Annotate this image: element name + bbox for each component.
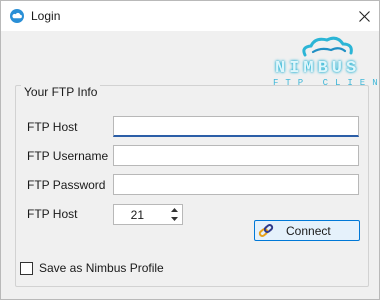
- link-chain-icon: [258, 224, 274, 237]
- ftp-port-label: FTP Host: [27, 207, 78, 221]
- connect-label: Connect: [286, 224, 331, 238]
- cloud-icon: [302, 36, 353, 57]
- ftp-password-input[interactable]: [113, 174, 359, 195]
- cloud-icon: [10, 9, 24, 23]
- ftp-username-input[interactable]: [113, 145, 359, 166]
- title-bar: Login: [1, 1, 379, 31]
- chevron-up-icon: [170, 208, 178, 212]
- save-profile-checkbox[interactable]: [20, 262, 33, 275]
- close-button[interactable]: [349, 1, 379, 31]
- ftp-host-input[interactable]: [113, 116, 359, 137]
- ftp-password-label: FTP Password: [27, 178, 106, 192]
- stepper-up-button[interactable]: [167, 206, 181, 214]
- group-title: Your FTP Info: [21, 85, 101, 99]
- nimbus-logo: NIMBUS FTP CLIENT: [271, 35, 380, 91]
- chevron-down-icon: [170, 217, 178, 221]
- window-title: Login: [31, 9, 61, 23]
- connect-button[interactable]: Connect: [254, 220, 360, 241]
- ftp-host-label: FTP Host: [27, 120, 78, 134]
- ftp-username-label: FTP Username: [27, 149, 109, 163]
- close-icon: [358, 10, 370, 22]
- logo-wordmark: NIMBUS: [275, 59, 361, 78]
- login-window: Login NIMBUS FTP CLIENT Your FTP Info FT…: [0, 0, 380, 300]
- stepper-buttons: [167, 206, 181, 223]
- ftp-port-stepper[interactable]: 21: [113, 204, 183, 225]
- ftp-port-value[interactable]: 21: [131, 208, 144, 222]
- save-profile-label[interactable]: Save as Nimbus Profile: [39, 261, 164, 275]
- stepper-down-button[interactable]: [167, 215, 181, 223]
